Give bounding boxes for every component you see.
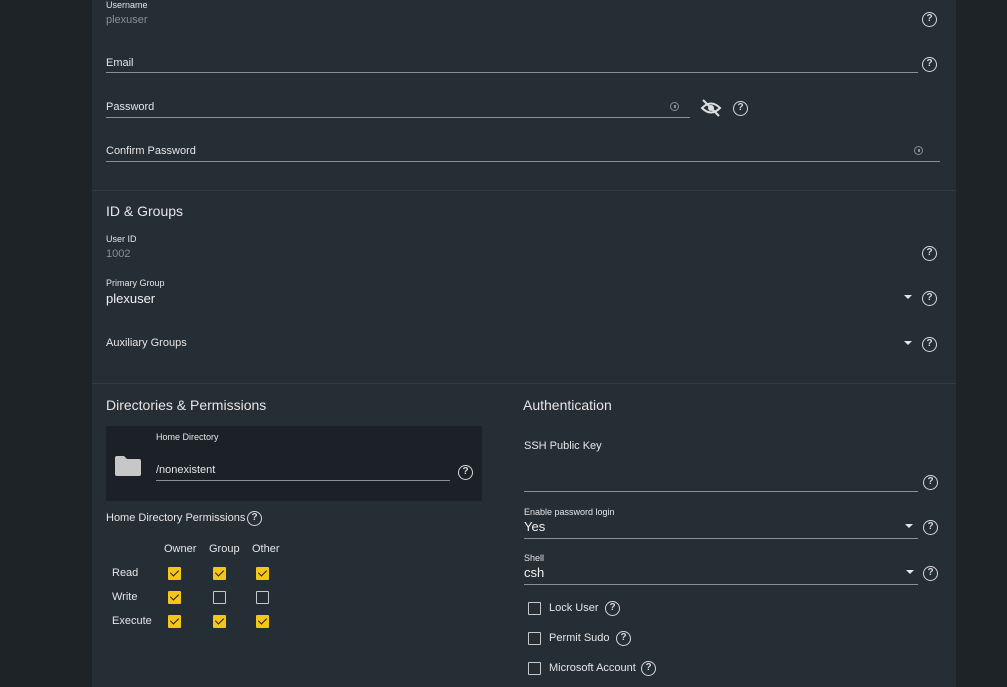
password-help-icon[interactable]: ? <box>733 101 748 116</box>
write-other-checkbox[interactable] <box>256 591 269 604</box>
username-value: plexuser <box>106 14 148 26</box>
chevron-down-icon[interactable] <box>905 524 913 528</box>
shell-select[interactable]: csh <box>524 565 544 580</box>
password-underline <box>106 117 690 118</box>
permit-sudo-checkbox[interactable] <box>528 632 541 645</box>
microsoft-account-help-icon[interactable]: ? <box>641 661 656 676</box>
password-login-select[interactable]: Yes <box>524 519 545 534</box>
key-icon <box>914 146 923 155</box>
user-id-help-icon[interactable]: ? <box>922 246 937 261</box>
email-field[interactable]: Email <box>106 57 134 69</box>
section-divider <box>92 383 956 384</box>
execute-other-checkbox[interactable] <box>256 615 269 628</box>
user-id-label: User ID <box>106 234 137 244</box>
row-read-label: Read <box>112 567 139 579</box>
password-login-label: Enable password login <box>524 507 615 517</box>
execute-owner-checkbox[interactable] <box>168 615 181 628</box>
authentication-title: Authentication <box>523 397 612 413</box>
ssh-key-label: SSH Public Key <box>524 440 602 452</box>
primary-group-select[interactable]: plexuser <box>106 291 155 306</box>
lock-user-label: Lock User <box>549 602 599 614</box>
permit-sudo-help-icon[interactable]: ? <box>616 631 631 646</box>
home-directory-label: Home Directory <box>156 432 219 442</box>
chevron-down-icon[interactable] <box>904 295 912 299</box>
col-group: Group <box>209 543 240 555</box>
auxiliary-groups-help-icon[interactable]: ? <box>922 337 937 352</box>
ssh-key-underline <box>524 491 918 492</box>
primary-group-label: Primary Group <box>106 278 165 288</box>
email-underline <box>106 72 918 73</box>
folder-icon[interactable] <box>114 455 142 477</box>
read-group-checkbox[interactable] <box>213 567 226 580</box>
password-field[interactable]: Password <box>106 101 154 113</box>
read-owner-checkbox[interactable] <box>168 567 181 580</box>
username-label: Username <box>106 0 148 10</box>
email-help-icon[interactable]: ? <box>922 57 937 72</box>
home-directory-box: Home Directory /nonexistent ? <box>106 426 482 501</box>
username-help-icon[interactable]: ? <box>922 12 937 27</box>
home-directory-input[interactable]: /nonexistent <box>156 464 215 476</box>
id-groups-title: ID & Groups <box>106 203 184 219</box>
section-divider <box>92 190 956 191</box>
microsoft-account-checkbox[interactable] <box>528 662 541 675</box>
ssh-key-textarea[interactable] <box>524 460 918 490</box>
col-owner: Owner <box>164 543 197 555</box>
primary-group-help-icon[interactable]: ? <box>922 291 937 306</box>
eye-off-icon[interactable] <box>700 98 722 118</box>
confirm-password-underline <box>106 161 940 162</box>
shell-help-icon[interactable]: ? <box>923 566 938 581</box>
chevron-down-icon[interactable] <box>904 341 912 345</box>
write-group-checkbox[interactable] <box>213 591 226 604</box>
permissions-help-icon[interactable]: ? <box>247 511 262 526</box>
row-write-label: Write <box>112 591 138 603</box>
password-login-underline <box>524 538 918 539</box>
confirm-password-field[interactable]: Confirm Password <box>106 145 196 157</box>
read-other-checkbox[interactable] <box>256 567 269 580</box>
shell-label: Shell <box>524 553 545 563</box>
write-owner-checkbox[interactable] <box>168 591 181 604</box>
lock-user-help-icon[interactable]: ? <box>605 601 620 616</box>
auxiliary-groups-select[interactable]: Auxiliary Groups <box>106 337 187 349</box>
microsoft-account-label: Microsoft Account <box>549 662 636 674</box>
permissions-label: Home Directory Permissions <box>106 512 246 524</box>
col-other: Other <box>252 543 280 555</box>
chevron-down-icon[interactable] <box>906 570 914 574</box>
password-login-help-icon[interactable]: ? <box>923 520 938 535</box>
permit-sudo-label: Permit Sudo <box>549 632 610 644</box>
shell-underline <box>524 584 918 585</box>
directories-title: Directories & Permissions <box>106 397 267 413</box>
home-directory-underline <box>156 480 450 481</box>
row-execute-label: Execute <box>112 615 152 627</box>
lock-user-checkbox[interactable] <box>528 602 541 615</box>
user-id-value: 1002 <box>106 248 131 260</box>
ssh-key-help-icon[interactable]: ? <box>923 475 938 490</box>
user-form-panel: Username plexuser ? Email ? Password ? C… <box>92 0 956 687</box>
execute-group-checkbox[interactable] <box>213 615 226 628</box>
home-directory-help-icon[interactable]: ? <box>458 465 473 480</box>
key-icon <box>670 102 679 111</box>
